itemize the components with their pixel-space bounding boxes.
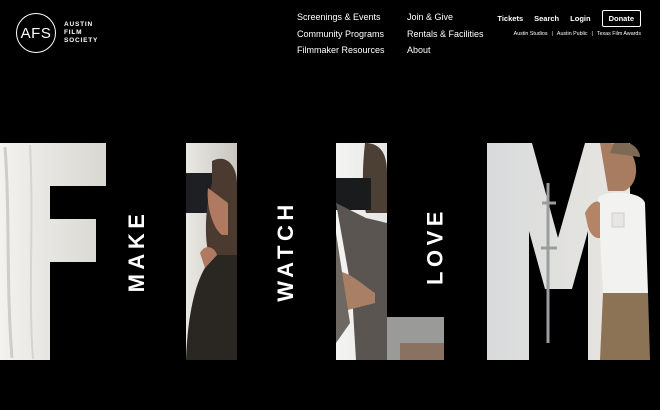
separator: | [551, 31, 553, 37]
main-nav-column-2: Join & Give Rentals & Facilities About [407, 11, 484, 58]
logo-wordmark: AUSTIN FILM SOCIETY [64, 21, 98, 45]
tagline-make: MAKE [124, 209, 149, 293]
nav-screenings-events[interactable]: Screenings & Events [297, 11, 385, 25]
tickets-link[interactable]: Tickets [497, 14, 523, 23]
sub-links: Austin Studios | Austin Public | Texas F… [514, 31, 641, 37]
letter-f-photo [0, 143, 106, 360]
logo-word: SOCIETY [64, 37, 99, 44]
logo-mark: AFS [16, 13, 56, 53]
letter-m-photo [487, 143, 650, 360]
hero-film-letters: MAKE WATCH LOVE [0, 143, 660, 360]
nav-about[interactable]: About [407, 44, 484, 58]
nav-join-give[interactable]: Join & Give [407, 11, 484, 25]
login-link[interactable]: Login [570, 14, 590, 23]
austin-public-link[interactable]: Austin Public [557, 31, 588, 37]
letter-i-photo [186, 143, 237, 360]
tagline-love: LOVE [422, 207, 448, 285]
texas-film-awards-link[interactable]: Texas Film Awards [597, 31, 641, 37]
donate-button[interactable]: Donate [601, 10, 641, 27]
utility-nav: Tickets Search Login Donate [497, 10, 641, 27]
austin-studios-link[interactable]: Austin Studios [514, 31, 548, 37]
afs-logo[interactable]: AFS AUSTIN FILM SOCIETY [16, 13, 98, 53]
nav-rentals-facilities[interactable]: Rentals & Facilities [407, 28, 484, 42]
main-nav-column-1: Screenings & Events Community Programs F… [297, 11, 385, 58]
nav-filmmaker-resources[interactable]: Filmmaker Resources [297, 44, 385, 58]
logo-word: FILM [64, 29, 83, 36]
logo-word: AUSTIN [64, 21, 93, 28]
search-link[interactable]: Search [534, 14, 559, 23]
tagline-watch: WATCH [273, 200, 298, 302]
hero-graphic [0, 143, 650, 360]
nav-community-programs[interactable]: Community Programs [297, 28, 385, 42]
separator: | [591, 31, 593, 37]
